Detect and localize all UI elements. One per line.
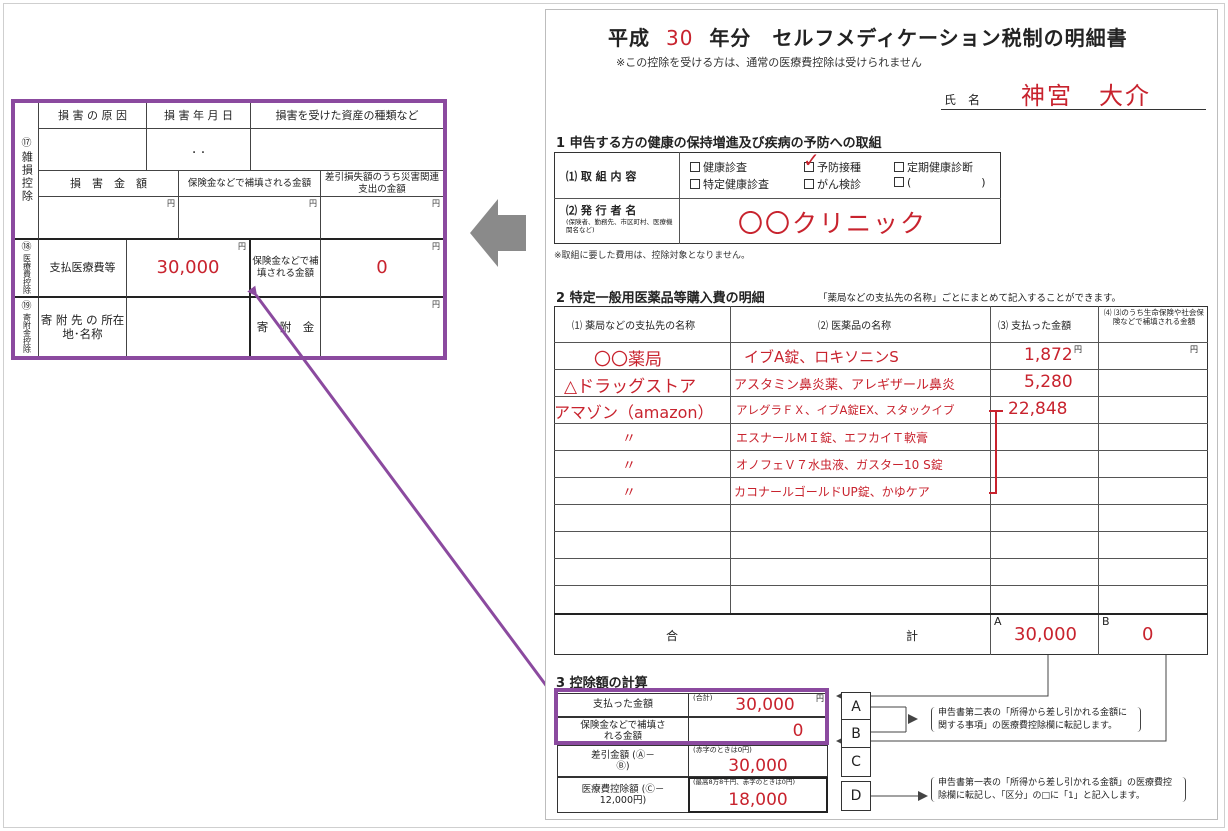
calc-deduct-label: 医療費控除額 (Ⓒ－12,000円) (557, 777, 689, 813)
calc-deduct-small: (最高8万8千円、赤字のときは0円) (693, 778, 795, 786)
calc-diff-label: 差引金額 (Ⓐ－Ⓑ) (557, 745, 689, 777)
calc-deduct-field[interactable]: (最高8万8千円、赤字のときは0円) 18,000 (688, 777, 828, 813)
letter-a-box: A (841, 692, 871, 722)
note-ab: 申告書第二表の「所得から差し引かれる金額に関する事項」の医療費控除欄に転記します… (931, 707, 1141, 733)
calc-diff-field[interactable]: (赤字のときは0円) 30,000 (688, 745, 828, 777)
letter-b-box: B (841, 719, 871, 749)
letter-d-box: D (841, 781, 871, 811)
highlight-box (554, 688, 829, 745)
calc-diff-small: (赤字のときは0円) (693, 746, 752, 754)
note-d: 申告書第一表の「所得から差し引かれる金額」の医療費控除欄に転記し、「区分」の□に… (931, 777, 1186, 803)
calc-diff-value: 30,000 (728, 755, 788, 776)
letter-c-box: C (841, 747, 871, 777)
calc-deduct-value: 18,000 (728, 789, 788, 810)
